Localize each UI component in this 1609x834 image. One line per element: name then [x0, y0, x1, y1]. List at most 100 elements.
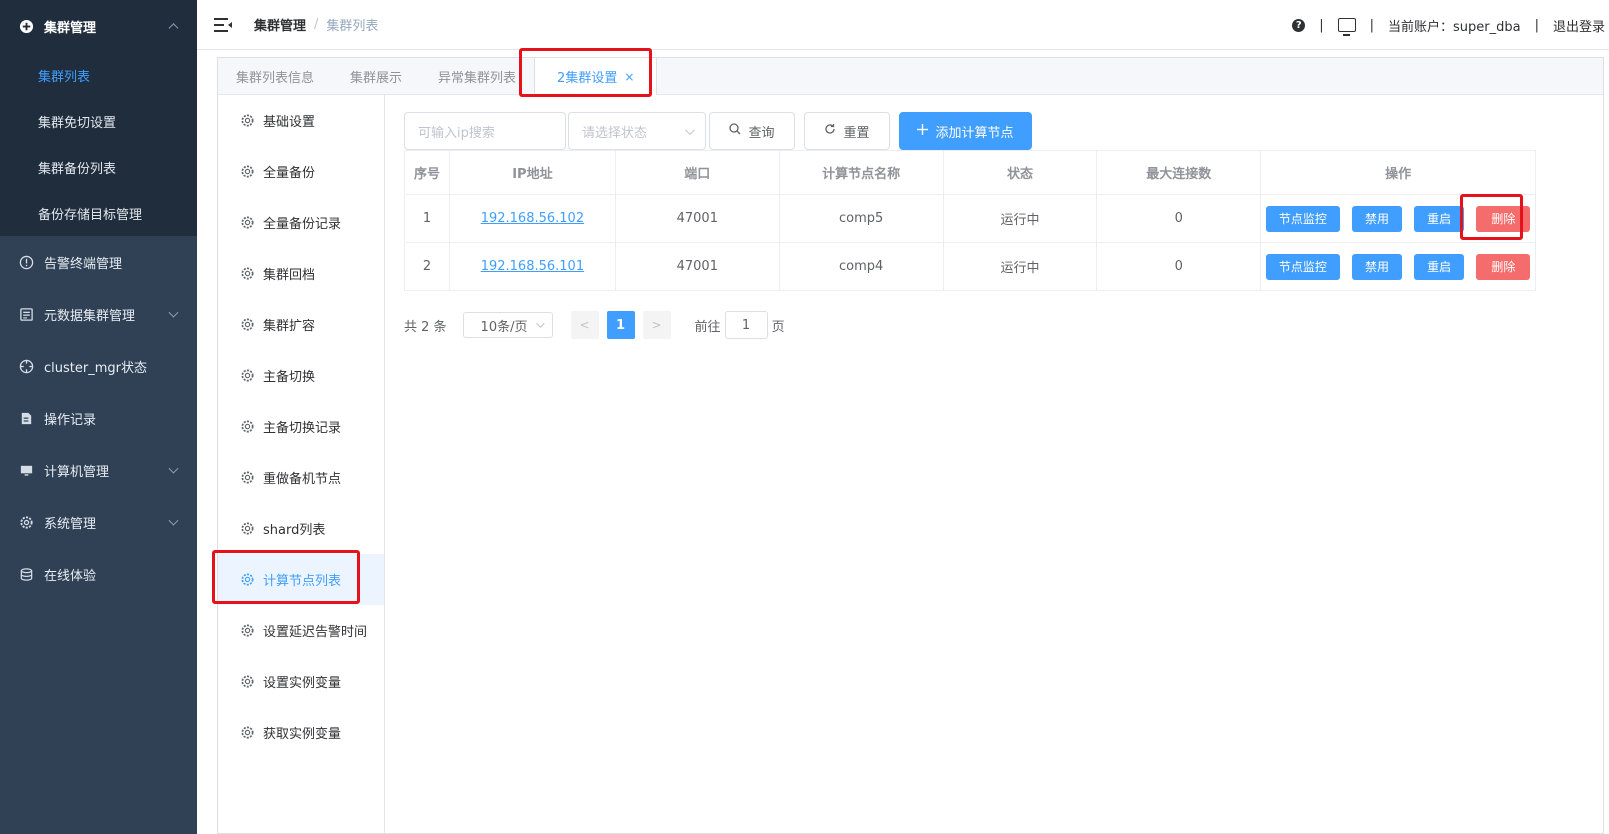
- delete-button[interactable]: 删除: [1476, 253, 1531, 280]
- alert-circle-icon: [18, 254, 34, 270]
- settings-menu-item[interactable]: shard列表: [218, 503, 384, 554]
- ip-link[interactable]: 192.168.56.101: [481, 259, 584, 274]
- gear-icon: [240, 113, 255, 128]
- gear-icon: [240, 572, 255, 587]
- cell-index: 2: [404, 242, 450, 291]
- sidebar-item-cluster-backup-list[interactable]: 集群备份列表: [0, 144, 197, 190]
- col-header-node-name: 计算节点名称: [778, 150, 944, 195]
- sidebar-item-system-management[interactable]: 系统管理: [0, 496, 197, 548]
- settings-menu-item[interactable]: 主备切换: [218, 350, 384, 401]
- menu-toggle-icon[interactable]: [214, 17, 232, 32]
- cell-max-connections: 0: [1096, 242, 1262, 291]
- next-page-button[interactable]: >: [642, 311, 671, 339]
- ip-search-input[interactable]: 可输入ip搜索: [404, 112, 566, 150]
- ip-link[interactable]: 192.168.56.102: [481, 211, 584, 226]
- sidebar: 集群管理 集群列表 集群免切设置 集群备份列表 备份存储目标管理 告警终端管理 …: [0, 0, 197, 834]
- top-header: 集群管理 / 集群列表 ? | | 当前账户：super_dba | 退出登录: [197, 0, 1609, 50]
- chevron-down-icon: [168, 515, 179, 526]
- pagination: 共 2 条 10条/页 < 1 > 前往 1 页: [404, 311, 1584, 339]
- settings-menu-item[interactable]: 设置延迟告警时间: [218, 605, 384, 656]
- sidebar-item-operation-log[interactable]: 操作记录: [0, 392, 197, 444]
- settings-menu-item[interactable]: 计算节点列表: [218, 554, 384, 605]
- restart-button[interactable]: 重启: [1414, 253, 1465, 280]
- tab-cluster-display[interactable]: 集群展示: [332, 58, 420, 94]
- logout-link[interactable]: 退出登录: [1553, 16, 1605, 35]
- sidebar-item-cluster-mgr-status[interactable]: cluster_mgr状态: [0, 340, 197, 392]
- chevron-down-icon: [684, 124, 695, 135]
- gear-icon: [240, 623, 255, 638]
- prev-page-button[interactable]: <: [570, 311, 599, 339]
- delete-button[interactable]: 删除: [1476, 205, 1531, 232]
- tab-abnormal-cluster-list[interactable]: 异常集群列表: [420, 58, 534, 94]
- col-header-actions: 操作: [1260, 150, 1536, 195]
- help-icon[interactable]: ?: [1292, 18, 1306, 32]
- table-row: 1 192.168.56.102 47001 comp5 运行中 0 节点监控 …: [404, 194, 1536, 243]
- settings-menu-label: 全量备份记录: [263, 217, 342, 232]
- settings-menu-item[interactable]: 设置实例变量: [218, 656, 384, 707]
- sidebar-item-cluster-list[interactable]: 集群列表: [0, 52, 197, 98]
- gear-icon: [240, 368, 255, 383]
- screen-icon[interactable]: [1337, 18, 1356, 36]
- gear-icon: [240, 521, 255, 536]
- settings-menu-item[interactable]: 获取实例变量: [218, 707, 384, 758]
- tab-cluster-settings[interactable]: 2集群设置 ×: [534, 58, 658, 95]
- gear-icon: [240, 725, 255, 740]
- main-panel: 集群列表信息 集群展示 异常集群列表 2集群设置 × 基础设置 全量备份全量备份记…: [217, 57, 1604, 834]
- add-compute-node-button[interactable]: 添加计算节点: [899, 112, 1032, 150]
- settings-menu-item[interactable]: 主备切换记录: [218, 401, 384, 452]
- gear-icon: [240, 215, 255, 230]
- settings-menu-item[interactable]: 集群回档: [218, 248, 384, 299]
- filter-toolbar: 可输入ip搜索 请选择状态 查询 重置 添加计算节点: [404, 112, 1584, 150]
- settings-menu-label: 计算节点列表: [263, 574, 342, 589]
- sidebar-item-label: 系统管理: [44, 516, 97, 532]
- settings-menu-label: 重做备机节点: [263, 472, 342, 487]
- page-size-select[interactable]: 10条/页: [462, 312, 553, 338]
- settings-menu-item[interactable]: 集群扩容: [218, 299, 384, 350]
- query-label: 查询: [748, 125, 775, 141]
- sidebar-item-alert-terminal[interactable]: 告警终端管理: [0, 236, 197, 288]
- cell-status: 运行中: [942, 242, 1098, 291]
- sidebar-item-backup-storage-target[interactable]: 备份存储目标管理: [0, 190, 197, 236]
- goto-page-input[interactable]: 1: [724, 311, 768, 339]
- restart-button[interactable]: 重启: [1414, 205, 1465, 232]
- tab-label: 2集群设置: [557, 71, 618, 86]
- sidebar-item-label: cluster_mgr状态: [44, 360, 147, 376]
- settings-content: 基础设置 全量备份全量备份记录集群回档 集群扩容主备切换主备切换记录重做备机节点 sh…: [218, 95, 1603, 833]
- settings-menu-label: 主备切换: [263, 370, 316, 385]
- sidebar-item-online-trial[interactable]: 在线体验: [0, 548, 197, 600]
- status-select-placeholder: 请选择状态: [582, 125, 648, 141]
- sidebar-item-metadata-cluster[interactable]: 元数据集群管理: [0, 288, 197, 340]
- chevron-down-icon: [168, 307, 179, 318]
- sidebar-item-computer-management[interactable]: 计算机管理: [0, 444, 197, 496]
- status-select[interactable]: 请选择状态: [568, 112, 706, 150]
- gear-icon: [240, 674, 255, 689]
- table-row: 2 192.168.56.101 47001 comp4 运行中 0 节点监控 …: [404, 242, 1536, 291]
- gear-icon: [18, 514, 34, 530]
- query-button[interactable]: 查询: [709, 112, 795, 150]
- reset-button[interactable]: 重置: [804, 112, 890, 150]
- node-monitor-button[interactable]: 节点监控: [1265, 253, 1340, 280]
- tab-cluster-list-info[interactable]: 集群列表信息: [218, 58, 332, 94]
- cell-port: 47001: [614, 242, 780, 291]
- gear-icon: [240, 164, 255, 179]
- cell-max-connections: 0: [1096, 194, 1262, 243]
- cell-actions: 节点监控 禁用 重启 删除: [1260, 242, 1536, 291]
- sidebar-item-label: 操作记录: [44, 412, 97, 428]
- settings-menu-item[interactable]: 重做备机节点: [218, 452, 384, 503]
- page-number-current[interactable]: 1: [606, 311, 635, 339]
- cell-ip: 192.168.56.102: [448, 194, 616, 243]
- page-unit-label: 页: [771, 319, 785, 335]
- settings-menu-item[interactable]: 全量备份: [218, 146, 384, 197]
- close-icon[interactable]: ×: [624, 70, 634, 84]
- sidebar-item-cluster-management[interactable]: 集群管理: [0, 0, 197, 52]
- settings-menu-item[interactable]: 基础设置: [218, 95, 384, 146]
- disable-button[interactable]: 禁用: [1352, 253, 1403, 280]
- disable-button[interactable]: 禁用: [1352, 205, 1403, 232]
- goto-label: 前往: [694, 319, 721, 335]
- breadcrumb-item-cluster-management[interactable]: 集群管理: [254, 15, 306, 34]
- settings-menu-item[interactable]: 全量备份记录: [218, 197, 384, 248]
- sidebar-item-cluster-failover-exempt[interactable]: 集群免切设置: [0, 98, 197, 144]
- cell-node-name: comp4: [778, 242, 944, 291]
- sidebar-item-label: 告警终端管理: [44, 256, 123, 272]
- node-monitor-button[interactable]: 节点监控: [1265, 205, 1340, 232]
